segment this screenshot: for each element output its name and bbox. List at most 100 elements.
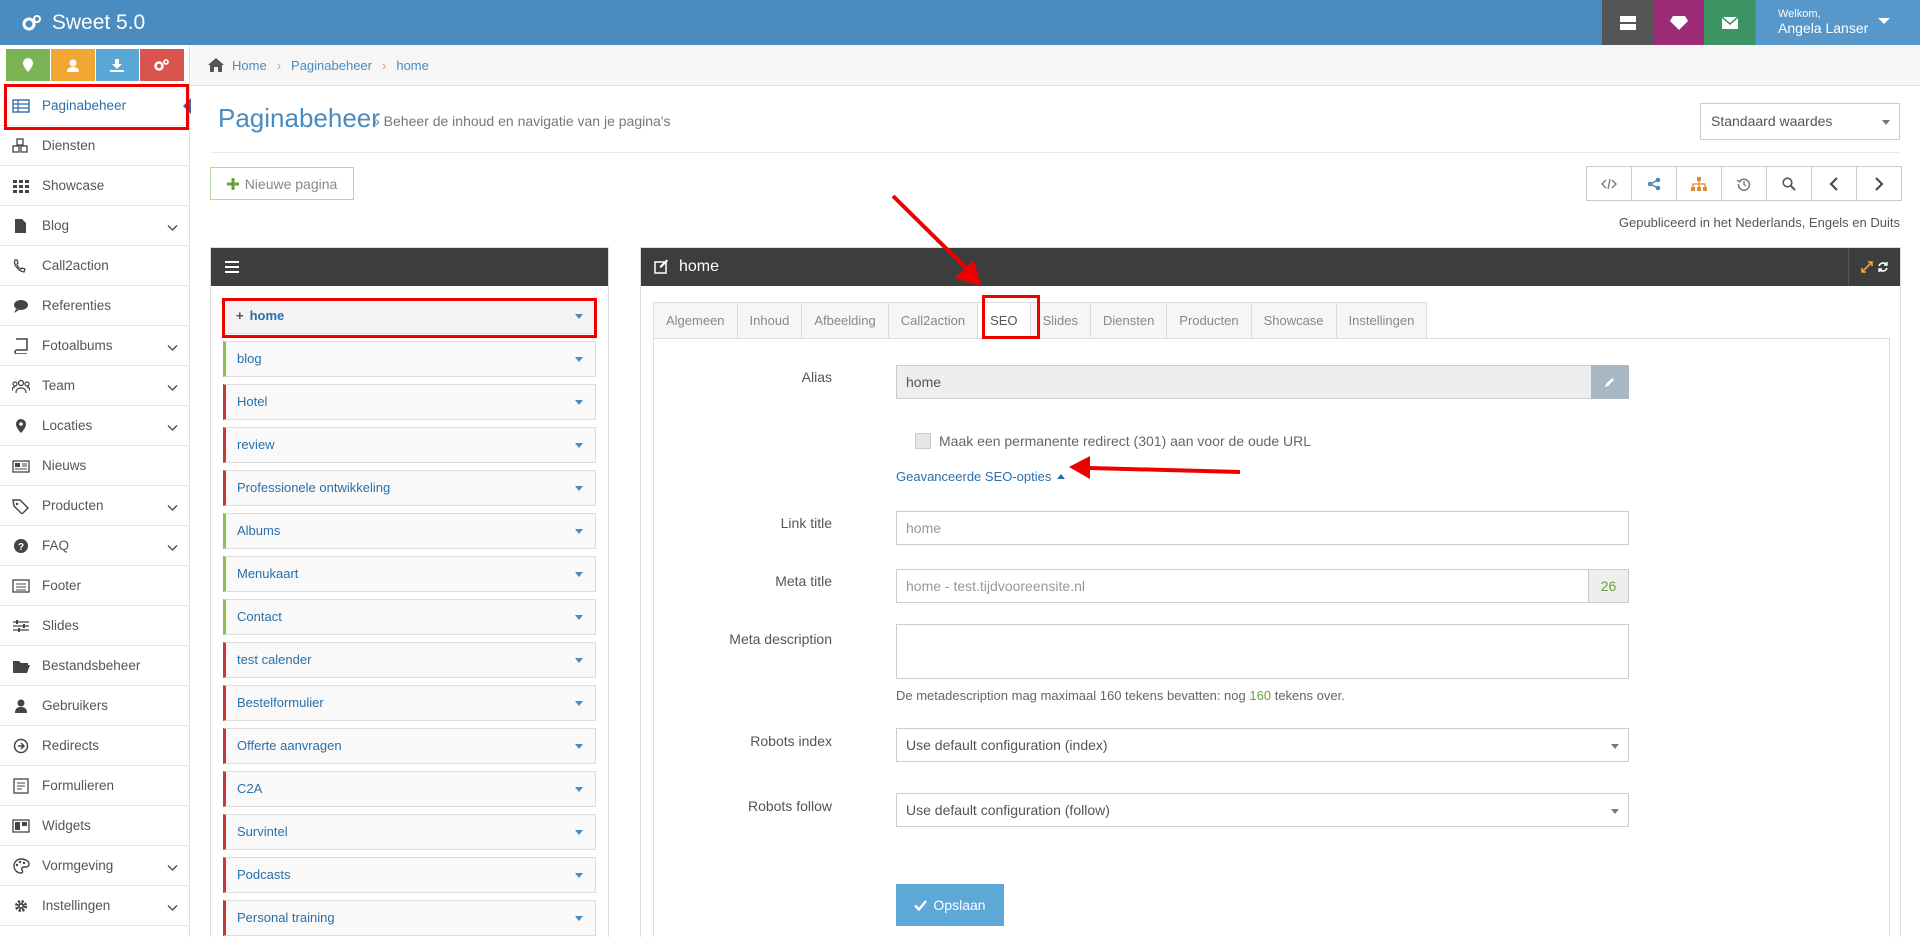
tree-item[interactable]: review [223,427,596,463]
sidebar-item-locaties[interactable]: Locaties [0,406,190,446]
checkbox[interactable] [915,433,931,449]
palette-icon [12,858,30,874]
user-menu[interactable]: Welkom, Angela Lanser [1756,0,1920,45]
breadcrumb-home[interactable]: Home [232,58,267,73]
caret-down-icon[interactable] [575,529,583,534]
sidebar-item-faq[interactable]: ? FAQ [0,526,190,566]
caret-down-icon[interactable] [575,314,583,319]
sidebar-item-blog[interactable]: Blog [0,206,190,246]
sitemap-button[interactable] [1677,167,1722,200]
expand-icon[interactable] [1860,261,1873,273]
tree-item[interactable]: Offerte aanvragen [223,728,596,764]
sidebar-item-team[interactable]: Team [0,366,190,406]
caret-down-icon[interactable] [575,572,583,577]
tree-item[interactable]: Menukaart [223,556,596,592]
sidebar-item-formulieren[interactable]: Formulieren [0,766,190,806]
tab-afbeelding[interactable]: Afbeelding [801,302,888,339]
robots-follow-select[interactable]: Use default configuration (follow) [896,793,1629,827]
sidebar-item-redirects[interactable]: Redirects [0,726,190,766]
sidebar-item-diensten[interactable]: Diensten [0,126,190,166]
sidebar-item-paginabeheer[interactable]: Paginabeheer [0,86,191,126]
sidebar-item-nieuws[interactable]: Nieuws [0,446,190,486]
sidebar-item-bestandsbeheer[interactable]: Bestandsbeheer [0,646,190,686]
tree-item[interactable]: Bestelformulier [223,685,596,721]
sidebar-item-widgets[interactable]: Widgets [0,806,190,846]
share-button[interactable] [1632,167,1677,200]
defaults-select-value: Standaard waardes [1711,113,1833,129]
code-button[interactable] [1587,167,1632,200]
tree-item[interactable]: Hotel [223,384,596,420]
plus-icon[interactable]: + [236,308,244,323]
tab-inhoud[interactable]: Inhoud [736,302,802,339]
caret-down-icon[interactable] [575,873,583,878]
tab-producten[interactable]: Producten [1166,302,1251,339]
defaults-select[interactable]: Standaard waardes [1700,103,1900,140]
alias-edit-button[interactable] [1591,365,1629,399]
caret-down-icon[interactable] [575,916,583,921]
sidebar-item-instellingen[interactable]: Instellingen [0,886,190,926]
sidebar-item-referenties[interactable]: Referenties [0,286,190,326]
caret-down-icon[interactable] [575,357,583,362]
sidebar-item-vormgeving[interactable]: Vormgeving [0,846,190,886]
meta-description-input[interactable] [896,624,1629,679]
caret-down-icon[interactable] [575,787,583,792]
sidebar-item-footer[interactable]: Footer [0,566,190,606]
tree-item[interactable]: Personal training [223,900,596,936]
next-button[interactable] [1857,167,1901,200]
tab-instellingen[interactable]: Instellingen [1335,302,1428,339]
tab-showcase[interactable]: Showcase [1250,302,1336,339]
sidebar-item-call2action[interactable]: Call2action [0,246,190,286]
menu-icon[interactable] [225,261,239,273]
caret-down-icon[interactable] [575,486,583,491]
caret-down-icon[interactable] [575,658,583,663]
tree-item[interactable]: Podcasts [223,857,596,893]
caret-down-icon[interactable] [575,701,583,706]
tree-item[interactable]: Survintel [223,814,596,850]
breadcrumb-paginabeheer[interactable]: Paginabeheer [291,58,372,73]
quick-download-button[interactable] [95,49,140,81]
sidebar-item-producten[interactable]: Producten [0,486,190,526]
tree-item[interactable]: + home [223,298,596,334]
caret-down-icon[interactable] [575,744,583,749]
tab-seo[interactable]: SEO [977,302,1030,339]
previous-button[interactable] [1812,167,1857,200]
caret-down-icon[interactable] [575,830,583,835]
meta-title-input[interactable]: home - test.tijdvooreensite.nl 26 [896,569,1629,603]
quick-user-button[interactable] [50,49,95,81]
tab-slides[interactable]: Slides [1029,302,1090,339]
caret-down-icon[interactable] [575,400,583,405]
mail-button[interactable] [1704,0,1755,45]
tree-item[interactable]: Professionele ontwikkeling [223,470,596,506]
tab-algemeen[interactable]: Algemeen [653,302,737,339]
history-button[interactable] [1722,167,1767,200]
server-button[interactable] [1602,0,1653,45]
breadcrumb-home-page[interactable]: home [396,58,429,73]
sidebar-item-slides[interactable]: Slides [0,606,190,646]
tab-diensten[interactable]: Diensten [1089,302,1167,339]
tree-item[interactable]: Albums [223,513,596,549]
tree-item[interactable]: blog [223,341,596,377]
sidebar-item-gebruikers[interactable]: Gebruikers [0,686,190,726]
search-button[interactable] [1767,167,1812,200]
tree-item[interactable]: Contact [223,599,596,635]
advanced-seo-toggle[interactable]: Geavanceerde SEO-opties [896,469,1066,484]
caret-down-icon[interactable] [575,615,583,620]
tree-item[interactable]: test calender [223,642,596,678]
sidebar-item-fotoalbums[interactable]: Fotoalbums [0,326,190,366]
new-page-button[interactable]: Nieuwe pagina [210,167,354,200]
alias-field[interactable]: home [896,365,1629,399]
diamond-button[interactable] [1653,0,1704,45]
tab-call2action[interactable]: Call2action [887,302,978,339]
robots-index-select[interactable]: Use default configuration (index) [896,728,1629,762]
caret-down-icon[interactable] [575,443,583,448]
sidebar-item-showcase[interactable]: Showcase [0,166,190,206]
quick-locations-button[interactable] [6,49,50,81]
app-brand[interactable]: Sweet 5.0 [22,0,145,45]
redirect-checkbox[interactable]: Maak een permanente redirect (301) aan v… [915,433,1311,449]
save-button[interactable]: Opslaan [896,884,1004,926]
link-title-input[interactable]: home [896,511,1629,545]
refresh-icon[interactable] [1877,261,1889,273]
tree-item-label: blog [237,351,262,366]
quick-settings-button[interactable] [140,49,184,81]
tree-item[interactable]: C2A [223,771,596,807]
